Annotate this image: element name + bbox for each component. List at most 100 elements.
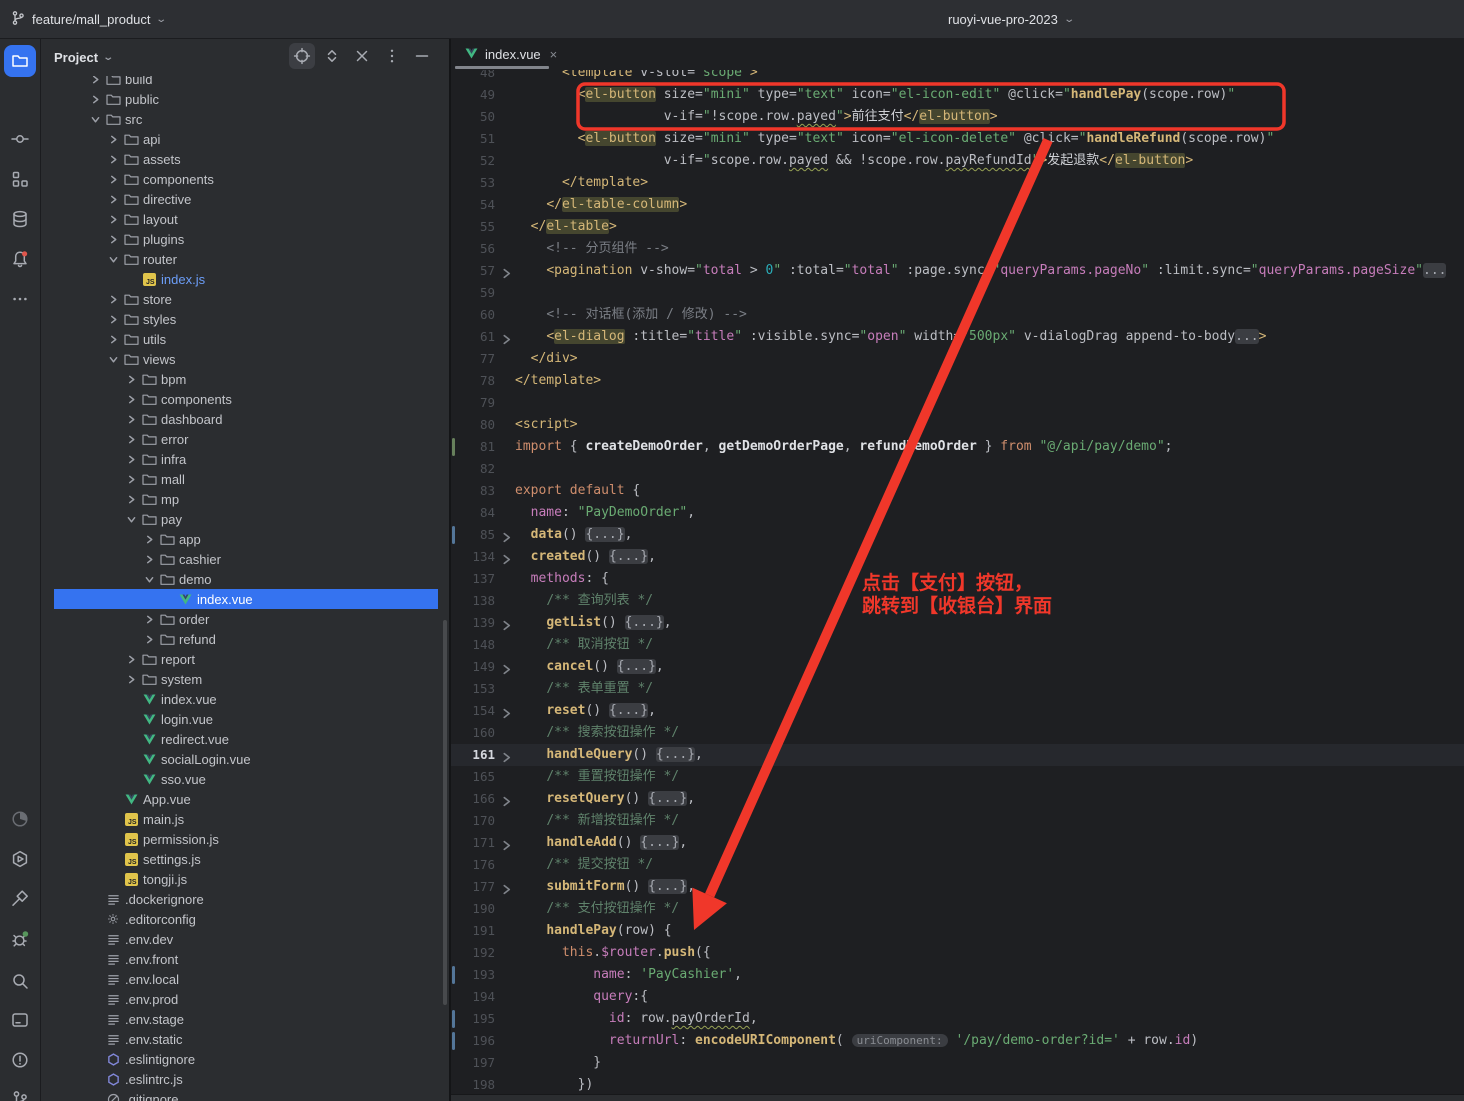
code-line-137[interactable]: 137 methods: { — [451, 568, 1464, 590]
code-line-52[interactable]: 52 v-if="scope.row.payed && !scope.row.p… — [451, 150, 1464, 172]
code-line-165[interactable]: 165 /** 重置按钮操作 */ — [451, 766, 1464, 788]
code-line-196[interactable]: 196 returnUrl: encodeURIComponent( uriCo… — [451, 1030, 1464, 1052]
code-line-192[interactable]: 192 this.$router.push({ — [451, 942, 1464, 964]
code-line-160[interactable]: 160 /** 搜索按钮操作 */ — [451, 722, 1464, 744]
fold-arrow-icon[interactable] — [501, 881, 513, 893]
services-icon[interactable] — [4, 843, 36, 875]
tree-item-index-vue[interactable]: index.vue — [41, 589, 449, 609]
tree-item-components[interactable]: components — [41, 169, 449, 189]
chevron-right-icon[interactable] — [123, 411, 139, 427]
code-editor[interactable]: 48 <template v-slot="scope">49 <el-butto… — [451, 38, 1464, 1094]
fold-arrow-icon[interactable] — [501, 617, 513, 629]
chevron-down-icon[interactable] — [123, 511, 139, 527]
notifications-bell-icon[interactable] — [4, 243, 36, 275]
tree-item-bpm[interactable]: bpm — [41, 369, 449, 389]
tree-item-mall[interactable]: mall — [41, 469, 449, 489]
tree-item-redirect-vue[interactable]: redirect.vue — [41, 729, 449, 749]
chevron-right-icon[interactable] — [105, 291, 121, 307]
code-line-134[interactable]: 134 created() {...}, — [451, 546, 1464, 568]
tree-item-sso-vue[interactable]: sso.vue — [41, 769, 449, 789]
more-options-icon[interactable] — [379, 43, 405, 69]
code-line-171[interactable]: 171 handleAdd() {...}, — [451, 832, 1464, 854]
code-line-57[interactable]: 57 <pagination v-show="total > 0" :total… — [451, 260, 1464, 282]
code-line-176[interactable]: 176 /** 提交按钮 */ — [451, 854, 1464, 876]
tree-item--eslintignore[interactable]: .eslintignore — [41, 1049, 449, 1069]
chevron-down-icon[interactable] — [105, 251, 121, 267]
chevron-down-icon[interactable] — [105, 351, 121, 367]
tree-item-main-js[interactable]: JSmain.js — [41, 809, 449, 829]
terminal-icon[interactable] — [4, 1004, 36, 1036]
chevron-right-icon[interactable] — [123, 671, 139, 687]
tree-item-report[interactable]: report — [41, 649, 449, 669]
code-line-195[interactable]: 195 id: row.payOrderId, — [451, 1008, 1464, 1030]
tree-item-tongji-js[interactable]: JStongji.js — [41, 869, 449, 889]
project-selector[interactable]: ruoyi-vue-pro-2023 ⌄ — [948, 0, 1073, 38]
chevron-right-icon[interactable] — [105, 171, 121, 187]
code-line-190[interactable]: 190 /** 支付按钮操作 */ — [451, 898, 1464, 920]
code-line-198[interactable]: 198 }) — [451, 1074, 1464, 1096]
fold-arrow-icon[interactable] — [501, 793, 513, 805]
commit-icon[interactable] — [4, 123, 36, 155]
code-line-194[interactable]: 194 query:{ — [451, 986, 1464, 1008]
tree-item-layout[interactable]: layout — [41, 209, 449, 229]
chevron-right-icon[interactable] — [123, 491, 139, 507]
code-line-60[interactable]: 60 <!-- 对话框(添加 / 修改) --> — [451, 304, 1464, 326]
code-line-77[interactable]: 77 </div> — [451, 348, 1464, 370]
tree-item-app-vue[interactable]: App.vue — [41, 789, 449, 809]
close-tab-icon[interactable]: × — [550, 47, 558, 62]
code-line-166[interactable]: 166 resetQuery() {...}, — [451, 788, 1464, 810]
code-line-177[interactable]: 177 submitForm() {...}, — [451, 876, 1464, 898]
chevron-right-icon[interactable] — [141, 611, 157, 627]
code-line-138[interactable]: 138 /** 查询列表 */ — [451, 590, 1464, 612]
tree-item-error[interactable]: error — [41, 429, 449, 449]
code-line-154[interactable]: 154 reset() {...}, — [451, 700, 1464, 722]
chevron-right-icon[interactable] — [141, 531, 157, 547]
locate-file-icon[interactable] — [289, 43, 315, 69]
project-folder-icon[interactable] — [4, 45, 36, 77]
tree-item--env-prod[interactable]: .env.prod — [41, 989, 449, 1009]
chevron-right-icon[interactable] — [123, 431, 139, 447]
tree-item-infra[interactable]: infra — [41, 449, 449, 469]
chevron-right-icon[interactable] — [105, 211, 121, 227]
code-line-161[interactable]: 161 handleQuery() {...}, — [451, 744, 1464, 766]
tree-item-plugins[interactable]: plugins — [41, 229, 449, 249]
code-line-197[interactable]: 197 } — [451, 1052, 1464, 1074]
tree-item--gitignore[interactable]: .gitignore — [41, 1089, 449, 1101]
code-line-148[interactable]: 148 /** 取消按钮 */ — [451, 634, 1464, 656]
code-line-170[interactable]: 170 /** 新增按钮操作 */ — [451, 810, 1464, 832]
chevron-right-icon[interactable] — [141, 551, 157, 567]
code-line-61[interactable]: 61 <el-dialog :title="title" :visible.sy… — [451, 326, 1464, 348]
version-control-icon[interactable] — [4, 1083, 36, 1101]
tree-item--eslintrc-js[interactable]: .eslintrc.js — [41, 1069, 449, 1089]
tree-item-src[interactable]: src — [41, 109, 449, 129]
tree-item-assets[interactable]: assets — [41, 149, 449, 169]
chevron-right-icon[interactable] — [105, 311, 121, 327]
fold-arrow-icon[interactable] — [501, 705, 513, 717]
code-line-191[interactable]: 191 handlePay(row) { — [451, 920, 1464, 942]
tree-item-api[interactable]: api — [41, 129, 449, 149]
code-line-80[interactable]: 80<script> — [451, 414, 1464, 436]
tree-item--env-dev[interactable]: .env.dev — [41, 929, 449, 949]
tree-item-system[interactable]: system — [41, 669, 449, 689]
git-branch-widget[interactable]: feature/mall_product ⌄ — [10, 10, 165, 29]
code-line-51[interactable]: 51 <el-button size="mini" type="text" ic… — [451, 128, 1464, 150]
chevron-right-icon[interactable] — [123, 371, 139, 387]
tree-item-app[interactable]: app — [41, 529, 449, 549]
chevron-right-icon[interactable] — [105, 151, 121, 167]
tree-item-index-js[interactable]: JSindex.js — [41, 269, 449, 289]
database-icon[interactable] — [4, 203, 36, 235]
fold-arrow-icon[interactable] — [501, 331, 513, 343]
tree-item-dashboard[interactable]: dashboard — [41, 409, 449, 429]
chevron-right-icon[interactable] — [105, 231, 121, 247]
tree-item--dockerignore[interactable]: .dockerignore — [41, 889, 449, 909]
chevron-right-icon[interactable] — [141, 631, 157, 647]
tree-item--env-static[interactable]: .env.static — [41, 1029, 449, 1049]
code-line-50[interactable]: 50 v-if="!scope.row.payed">前往支付</el-butt… — [451, 106, 1464, 128]
code-line-81[interactable]: 81import { createDemoOrder, getDemoOrder… — [451, 436, 1464, 458]
build-icon[interactable] — [4, 883, 36, 915]
fold-arrow-icon[interactable] — [501, 837, 513, 849]
chevron-down-icon[interactable] — [87, 111, 103, 127]
tree-item-directive[interactable]: directive — [41, 189, 449, 209]
code-line-83[interactable]: 83export default { — [451, 480, 1464, 502]
chevron-right-icon[interactable] — [123, 391, 139, 407]
